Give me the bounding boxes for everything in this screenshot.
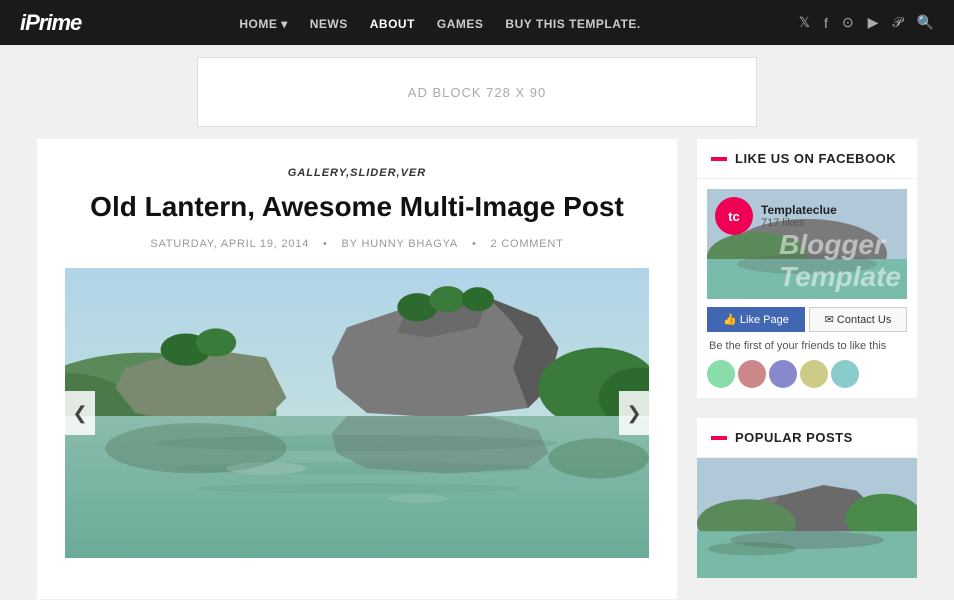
article-categories: GALLERY,SLIDER,VER (65, 167, 649, 179)
article-meta: SATURDAY, APRIL 19, 2014 • BY HUNNY BHAG… (65, 238, 649, 250)
facebook-heading-label: LIKE US ON FACEBOOK (735, 151, 896, 166)
fb-widget-content: tc Templateclue 717 likes BloggerTemplat… (697, 179, 917, 398)
fb-page-likes: 717 likes (761, 217, 837, 229)
article-area: GALLERY,SLIDER,VER Old Lantern, Awesome … (37, 139, 677, 599)
article-date: SATURDAY, APRIL 19, 2014 (150, 238, 309, 250)
nav-social-icons: 𝕏 f ⊙ ▶ 𝒫 🔍 (799, 14, 934, 31)
nav-links: HOME ▾ NEWS ABOUT GAMES BUY THIS TEMPLAT… (239, 15, 640, 31)
popular-posts-widget: POPULAR POSTS (697, 418, 917, 578)
fb-friends-text: Be the first of your friends to like thi… (707, 340, 907, 352)
ad-banner-wrap: AD BLOCK 728 X 90 (0, 45, 954, 139)
fb-avatar (707, 360, 735, 388)
nav-item-about[interactable]: ABOUT (370, 15, 415, 31)
fb-avatar (800, 360, 828, 388)
fb-contact-button[interactable]: ✉ Contact Us (809, 307, 907, 332)
search-icon[interactable]: 🔍 (917, 14, 934, 31)
ad-block: AD BLOCK 728 X 90 (197, 57, 757, 127)
facebook-icon[interactable]: f (824, 15, 828, 31)
facebook-heading: LIKE US ON FACEBOOK (697, 139, 917, 179)
youtube-icon[interactable]: ▶ (868, 14, 879, 31)
slider-next-button[interactable]: ❯ (619, 391, 649, 435)
navigation: iPrime HOME ▾ NEWS ABOUT GAMES BUY THIS … (0, 0, 954, 45)
fb-avatar (738, 360, 766, 388)
article-title: Old Lantern, Awesome Multi-Image Post (65, 189, 649, 224)
article-author: BY HUNNY BHAGYA (342, 238, 459, 250)
nav-item-news[interactable]: NEWS (310, 15, 348, 31)
fb-page-name: Templateclue (761, 203, 837, 217)
article-comments: 2 COMMENT (490, 238, 563, 250)
dribbble-icon[interactable]: ⊙ (842, 14, 854, 31)
ad-label: AD BLOCK 728 X 90 (408, 85, 546, 100)
heading-accent-bar (711, 157, 727, 161)
popular-post-image[interactable] (697, 458, 917, 578)
fb-like-button[interactable]: 👍 Like Page (707, 307, 805, 332)
facebook-widget: LIKE US ON FACEBOOK tc (697, 139, 917, 398)
fb-actions: 👍 Like Page ✉ Contact Us (707, 307, 907, 332)
slider-prev-button[interactable]: ❮ (65, 391, 95, 435)
fb-avatars (707, 360, 907, 388)
image-slider: ❮ ❯ (65, 268, 649, 558)
popular-posts-heading: POPULAR POSTS (697, 418, 917, 458)
fb-bg-text: BloggerTemplate (779, 229, 901, 293)
popular-posts-label: POPULAR POSTS (735, 430, 853, 445)
nav-item-home[interactable]: HOME ▾ (239, 15, 287, 31)
heading-accent-bar (711, 436, 727, 440)
twitter-icon[interactable]: 𝕏 (799, 14, 810, 31)
site-logo[interactable]: iPrime (20, 10, 81, 36)
nav-item-buy[interactable]: BUY THIS TEMPLATE. (505, 15, 640, 31)
nav-item-games[interactable]: GAMES (437, 15, 484, 31)
pinterest-icon[interactable]: 𝒫 (892, 14, 902, 31)
fb-tc-logo: tc (715, 197, 753, 235)
sidebar: LIKE US ON FACEBOOK tc (697, 139, 917, 599)
main-layout: GALLERY,SLIDER,VER Old Lantern, Awesome … (0, 139, 954, 599)
fb-avatar (831, 360, 859, 388)
fb-page-preview: tc Templateclue 717 likes BloggerTemplat… (707, 189, 907, 299)
fb-avatar (769, 360, 797, 388)
